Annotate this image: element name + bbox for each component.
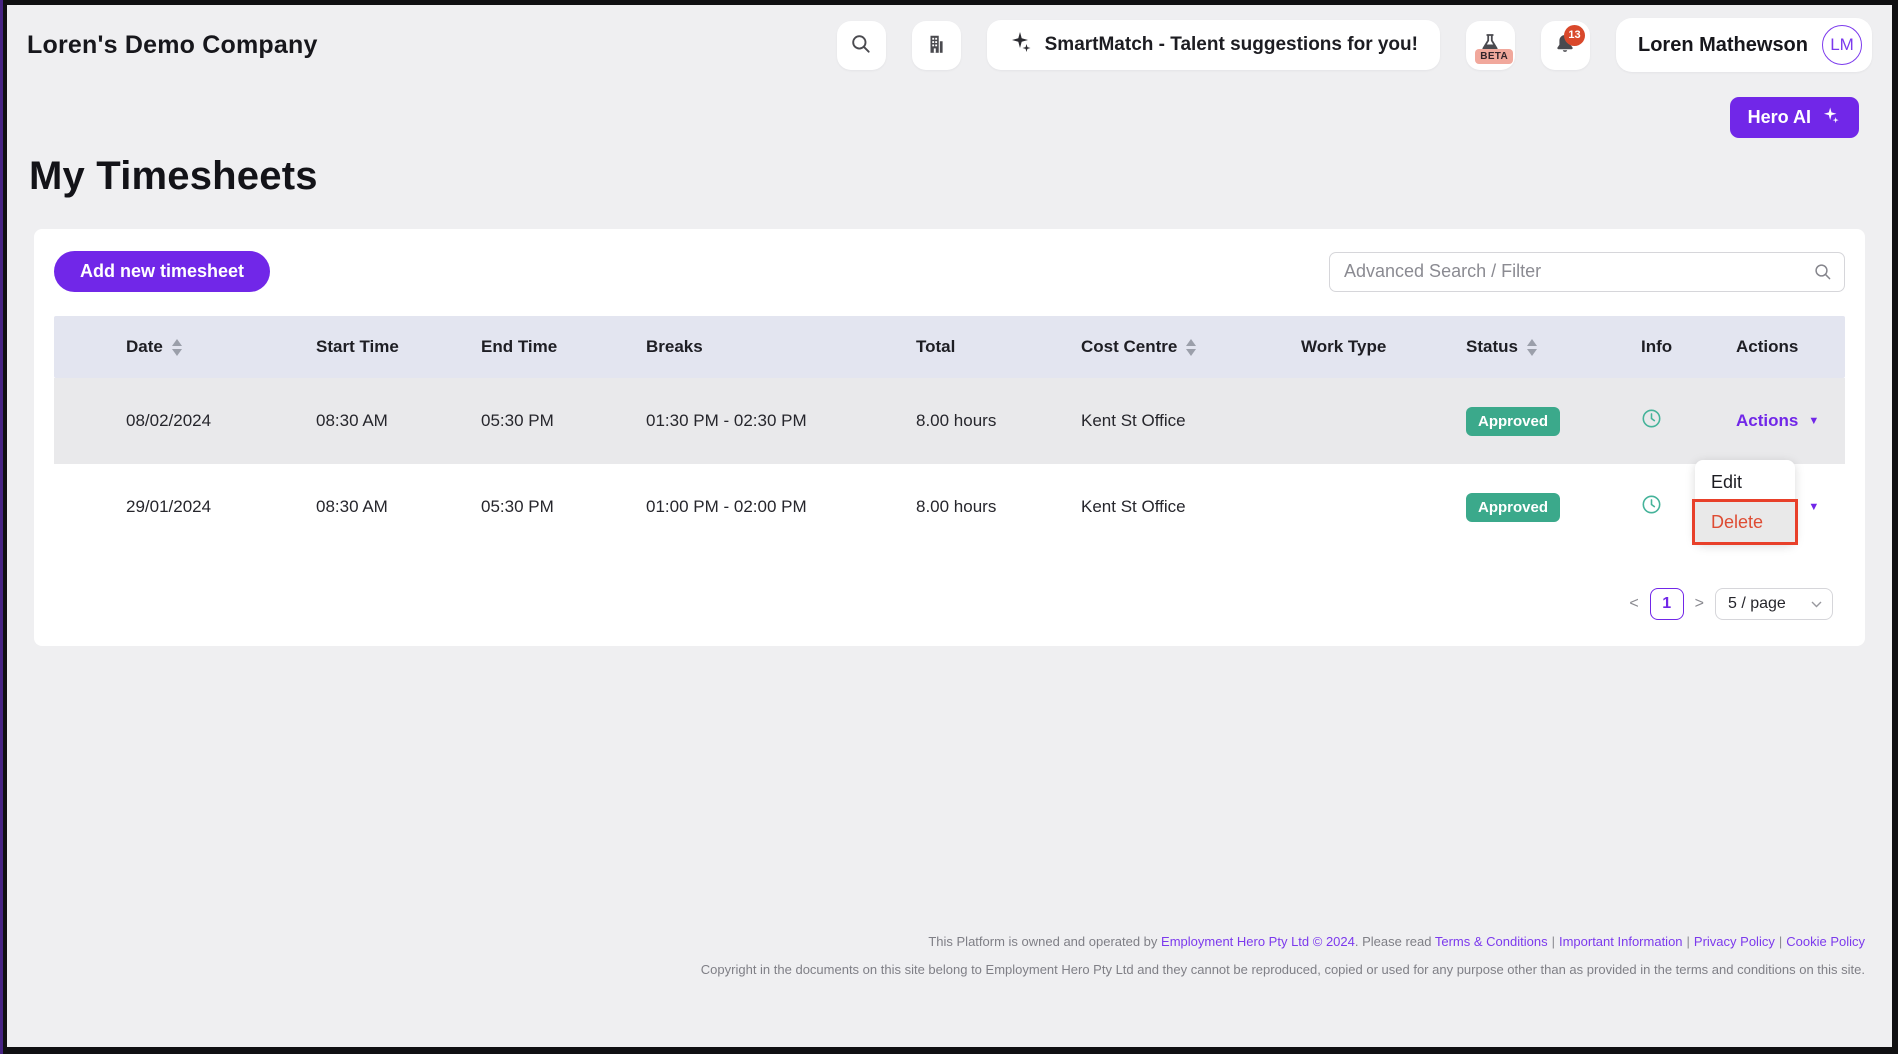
beta-badge: BETA [1475,49,1513,64]
user-menu-button[interactable]: Loren Mathewson LM [1616,18,1872,72]
card-toolbar: Add new timesheet [54,251,1845,292]
pagination: < 1 > 5 / page [54,588,1845,620]
status-badge: Approved [1466,407,1560,436]
footer: This Platform is owned and operated by E… [7,928,1892,1047]
table-row: 08/02/2024 08:30 AM 05:30 PM 01:30 PM - … [54,378,1845,464]
user-name: Loren Mathewson [1638,34,1808,57]
actions-dropdown-menu: Edit Delete [1695,460,1795,544]
avatar: LM [1822,25,1862,65]
top-bar: Loren's Demo Company [7,5,1892,72]
cell-cost-centre: Kent St Office [1081,497,1301,517]
cell-start-time: 08:30 AM [316,497,481,517]
smartmatch-label: SmartMatch - Talent suggestions for you! [1045,34,1418,56]
hero-ai-label: Hero AI [1748,107,1811,128]
sort-toggle-icon[interactable] [1186,339,1196,356]
cell-cost-centre: Kent St Office [1081,411,1301,431]
column-header-status: Status [1466,337,1641,357]
sort-toggle-icon[interactable] [172,339,182,356]
cell-status: Approved [1466,493,1641,522]
timesheets-table: Date Start Time End Time Breaks Total Co… [54,316,1845,550]
page-size-value: 5 / page [1728,595,1786,613]
search-icon [850,33,872,58]
cell-actions: Actions ▼ [1736,411,1845,431]
privacy-policy-link[interactable]: Privacy Policy [1694,934,1775,949]
hero-ai-row: Hero AI [7,72,1892,138]
app-window: Loren's Demo Company [7,5,1892,1047]
previous-page-button[interactable]: < [1629,595,1638,613]
chevron-down-icon [1811,595,1822,613]
column-header-breaks: Breaks [646,337,916,357]
window-edge-accent [0,0,3,1054]
top-bar-actions: SmartMatch - Talent suggestions for you!… [837,18,1872,72]
beta-labs-button[interactable]: BETA [1466,21,1515,70]
page-title: My Timesheets [29,154,1892,199]
column-header-cost-centre: Cost Centre [1081,337,1301,357]
add-new-timesheet-button[interactable]: Add new timesheet [54,251,270,292]
clock-icon[interactable] [1641,414,1662,433]
column-header-info: Info [1641,337,1736,357]
footer-line-2: Copyright in the documents on this site … [7,956,1865,985]
global-search-button[interactable] [837,21,886,70]
menu-item-delete[interactable]: Delete [1695,502,1795,542]
cell-date: 29/01/2024 [126,497,316,517]
column-header-start-time: Start Time [316,337,481,357]
cell-date: 08/02/2024 [126,411,316,431]
caret-down-icon: ▼ [1808,415,1819,427]
column-header-work-type: Work Type [1301,337,1466,357]
table-header-row: Date Start Time End Time Breaks Total Co… [54,316,1845,378]
caret-down-icon: ▼ [1808,501,1819,513]
notification-count-badge: 13 [1564,25,1585,46]
clock-icon[interactable] [1641,500,1662,519]
menu-item-edit[interactable]: Edit [1695,462,1795,502]
page-number-button[interactable]: 1 [1650,588,1684,620]
organisation-switcher-button[interactable] [912,21,961,70]
important-information-link[interactable]: Important Information [1559,934,1683,949]
column-header-actions: Actions [1736,337,1845,357]
smartmatch-button[interactable]: SmartMatch - Talent suggestions for you! [987,20,1440,70]
footer-line-1: This Platform is owned and operated by E… [7,928,1865,957]
sparkle-icon [1009,30,1033,60]
company-name: Loren's Demo Company [27,31,318,60]
timesheets-card: Add new timesheet Date Start Time End Ti… [34,229,1865,646]
cell-end-time: 05:30 PM [481,411,646,431]
cell-end-time: 05:30 PM [481,497,646,517]
column-header-total: Total [916,337,1081,357]
employment-hero-link[interactable]: Employment Hero Pty Ltd © 2024 [1161,934,1355,949]
hero-ai-button[interactable]: Hero AI [1730,97,1859,138]
column-header-end-time: End Time [481,337,646,357]
table-row: 29/01/2024 08:30 AM 05:30 PM 01:00 PM - … [54,464,1845,550]
status-badge: Approved [1466,493,1560,522]
sparkle-icon [1821,105,1841,130]
building-icon [925,33,947,58]
cell-breaks: 01:30 PM - 02:30 PM [646,411,916,431]
column-header-date: Date [126,337,316,357]
cell-total: 8.00 hours [916,497,1081,517]
cell-info [1641,408,1736,434]
next-page-button[interactable]: > [1695,595,1704,613]
page-size-select[interactable]: 5 / page [1715,588,1833,620]
cell-total: 8.00 hours [916,411,1081,431]
advanced-search-input[interactable] [1329,252,1845,292]
cell-status: Approved [1466,407,1641,436]
cell-breaks: 01:00 PM - 02:00 PM [646,497,916,517]
cookie-policy-link[interactable]: Cookie Policy [1786,934,1865,949]
actions-dropdown-trigger[interactable]: Actions ▼ [1736,411,1845,431]
search-icon [1813,262,1833,287]
notifications-button[interactable]: 13 [1541,21,1590,70]
terms-conditions-link[interactable]: Terms & Conditions [1435,934,1548,949]
cell-start-time: 08:30 AM [316,411,481,431]
sort-toggle-icon[interactable] [1527,339,1537,356]
advanced-search [1329,252,1845,292]
